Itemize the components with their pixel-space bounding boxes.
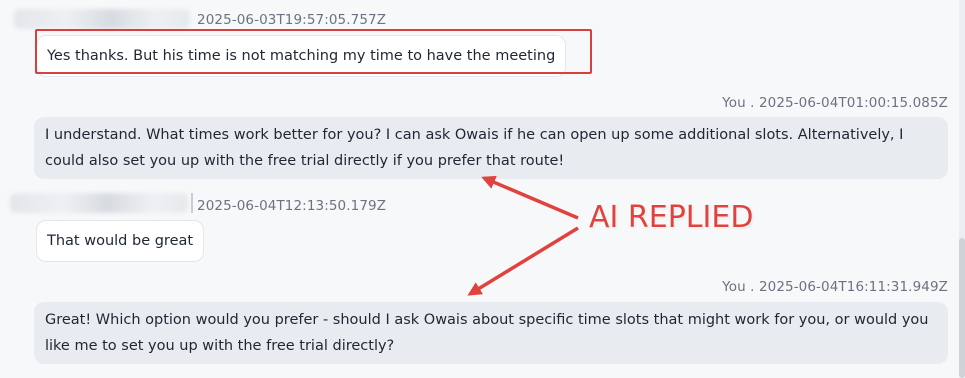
arrow-down-icon — [467, 226, 579, 296]
annotation-arrows — [467, 175, 579, 296]
annotation-label: AI REPLIED — [589, 200, 754, 235]
scrollbar-thumb[interactable] — [959, 238, 965, 378]
arrow-up-icon — [481, 175, 579, 220]
